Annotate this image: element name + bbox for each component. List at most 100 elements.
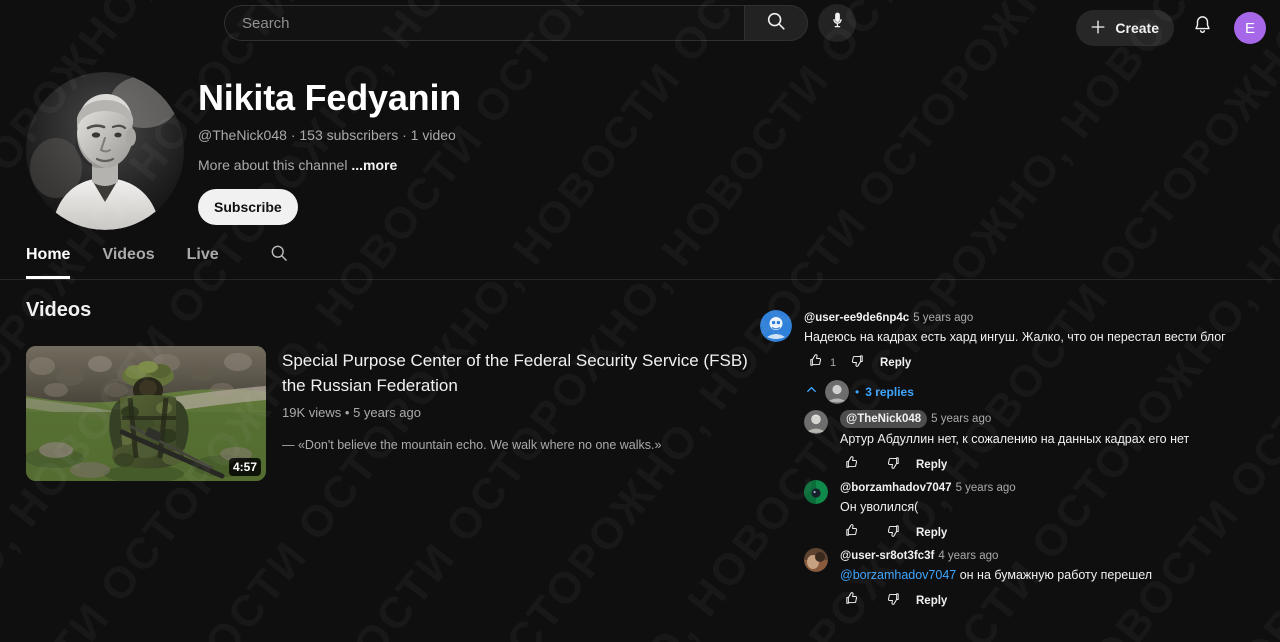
channel-description-line[interactable]: More about this channel ...more [198, 155, 461, 175]
reply-button-label: Reply [916, 459, 948, 471]
reply-button[interactable]: Reply [908, 454, 955, 476]
avatar[interactable] [760, 310, 792, 342]
dislike-button[interactable] [882, 522, 904, 544]
comment-actions: 1 Reply [804, 352, 1270, 374]
account-avatar[interactable]: E [1234, 12, 1266, 44]
replies-list: @TheNick048 5 years ago Артур Абдуллин н… [804, 410, 1270, 612]
thumbs-up-icon [808, 353, 823, 373]
tab-live[interactable]: Live [171, 238, 235, 279]
voice-search-button[interactable] [818, 4, 856, 42]
tab-live-label: Live [186, 246, 219, 263]
video-stats-separator: • [344, 405, 350, 420]
create-button-label: Create [1115, 20, 1159, 36]
reply-item: @user-sr8ot3fc3f 4 years ago @borzamhado… [804, 548, 1270, 612]
comment-thread-root: @user-ee9de6np4c 5 years ago Надеюсь на … [760, 310, 1270, 374]
reply-button[interactable]: Reply [908, 590, 955, 612]
channel-name: Nikita Fedyanin [198, 77, 462, 118]
channel-more-link[interactable]: ...more [351, 157, 397, 173]
search-submit-button[interactable] [744, 5, 808, 41]
avatar[interactable] [804, 480, 828, 504]
comment-author[interactable]: @user-ee9de6np4c [804, 310, 909, 326]
video-duration-badge: 4:57 [228, 458, 261, 476]
chevron-up-icon [804, 382, 819, 402]
replies-count-label: 3 replies [865, 385, 914, 399]
reply-author[interactable]: @borzamhadov7047 [840, 480, 952, 496]
thumbs-up-icon [844, 591, 859, 611]
replies-toggle[interactable]: • 3 replies [804, 380, 1270, 404]
reply-text-body: он на бумажную работу перешел [959, 568, 1153, 582]
mention-link[interactable]: @borzamhadov7047 [840, 568, 956, 582]
video-views: 19K views [282, 405, 342, 420]
video-stats: 19K views • 5 years ago [282, 404, 756, 422]
thumbs-up-icon [844, 455, 859, 475]
reply-item: @TheNick048 5 years ago Артур Абдуллин н… [804, 410, 1270, 476]
like-button[interactable] [840, 522, 862, 544]
reply-button-label: Reply [880, 357, 912, 369]
channel-search-button[interactable] [265, 238, 293, 272]
comments-section: @user-ee9de6np4c 5 years ago Надеюсь на … [760, 310, 1270, 616]
plus-icon [1088, 17, 1108, 40]
youtube-channel-page: ОСТОРОЖНО, НОВОСТИ ОСТОРОЖНО, НОВОСТИ ОС… [0, 0, 1280, 642]
stats-separator-2: · [402, 127, 407, 143]
videos-section-title: Videos [26, 299, 92, 321]
reply-text: Артур Абдуллин нет, к сожалению на данны… [840, 432, 1190, 446]
reply-item: @borzamhadov7047 5 years ago Он уволился… [804, 480, 1270, 544]
dislike-button[interactable] [882, 454, 904, 476]
search-icon [269, 243, 289, 268]
reply-author[interactable]: @user-sr8ot3fc3f [840, 548, 934, 564]
tab-home-label: Home [26, 246, 71, 263]
dislike-button[interactable] [846, 352, 868, 374]
bell-icon [1191, 14, 1214, 42]
thumbs-up-icon [844, 523, 859, 543]
reply-body: @borzamhadov7047 5 years ago Он уволился… [840, 480, 1270, 544]
like-button[interactable] [840, 454, 862, 476]
reply-body: @TheNick048 5 years ago Артур Абдуллин н… [840, 410, 1270, 476]
reply-actions: Reply [840, 522, 1270, 544]
reply-button-label: Reply [916, 527, 948, 539]
thumbs-down-icon [886, 455, 901, 475]
tab-home[interactable]: Home [26, 238, 86, 279]
like-count: 1 [830, 357, 837, 369]
reply-header: @user-sr8ot3fc3f 4 years ago [840, 548, 1270, 564]
video-thumbnail[interactable]: 4:57 [26, 346, 266, 481]
search-icon [765, 10, 787, 37]
reply-button[interactable]: Reply [908, 522, 955, 544]
video-title[interactable]: Special Purpose Center of the Federal Se… [282, 348, 756, 398]
like-button[interactable] [840, 590, 862, 612]
reply-text: Он уволился( [840, 500, 919, 514]
reply-actions: Reply [840, 590, 1270, 612]
search-input-wrapper[interactable] [224, 5, 744, 41]
reply-button-label: Reply [916, 595, 948, 607]
comment-text: Надеюсь на кадрах есть хард ингуш. Жалко… [804, 330, 1226, 344]
stats-separator-1: · [290, 127, 296, 143]
channel-tabs: Home Videos Live [0, 238, 1280, 280]
video-description: — «Don't believe the mountain echo. We w… [282, 438, 662, 452]
subscribe-button-label: Subscribe [214, 199, 282, 215]
notifications-button[interactable] [1182, 8, 1222, 48]
avatar[interactable] [804, 410, 828, 434]
search-bar [224, 5, 808, 41]
channel-meta: Nikita Fedyanin @TheNick048 · 153 subscr… [198, 76, 461, 225]
create-button[interactable]: Create [1076, 10, 1174, 46]
videos-section: Videos 4:57 Special Purpose Center of th… [26, 296, 756, 481]
tab-videos-label: Videos [102, 246, 155, 263]
video-list-item: 4:57 Special Purpose Center of the Feder… [26, 346, 756, 481]
search-input[interactable] [242, 14, 744, 32]
reply-header: @TheNick048 5 years ago [840, 410, 1270, 428]
avatar[interactable] [804, 548, 828, 572]
microphone-icon [828, 11, 847, 35]
channel-avatar[interactable] [26, 72, 184, 230]
channel-video-count: 1 video [410, 127, 456, 143]
channel-handle[interactable]: @TheNick048 [198, 127, 287, 143]
dislike-button[interactable] [882, 590, 904, 612]
tab-videos[interactable]: Videos [86, 238, 170, 279]
like-button[interactable] [804, 352, 826, 374]
subscribe-button[interactable]: Subscribe [198, 189, 298, 225]
reply-author[interactable]: @TheNick048 [840, 410, 928, 428]
channel-subscribers: 153 subscribers [299, 127, 399, 143]
thumbs-down-icon [850, 353, 865, 373]
comment-header: @user-ee9de6np4c 5 years ago [804, 310, 1270, 326]
replies-preview-avatar [825, 380, 849, 404]
video-published: 5 years ago [353, 405, 421, 420]
reply-button[interactable]: Reply [872, 352, 919, 374]
